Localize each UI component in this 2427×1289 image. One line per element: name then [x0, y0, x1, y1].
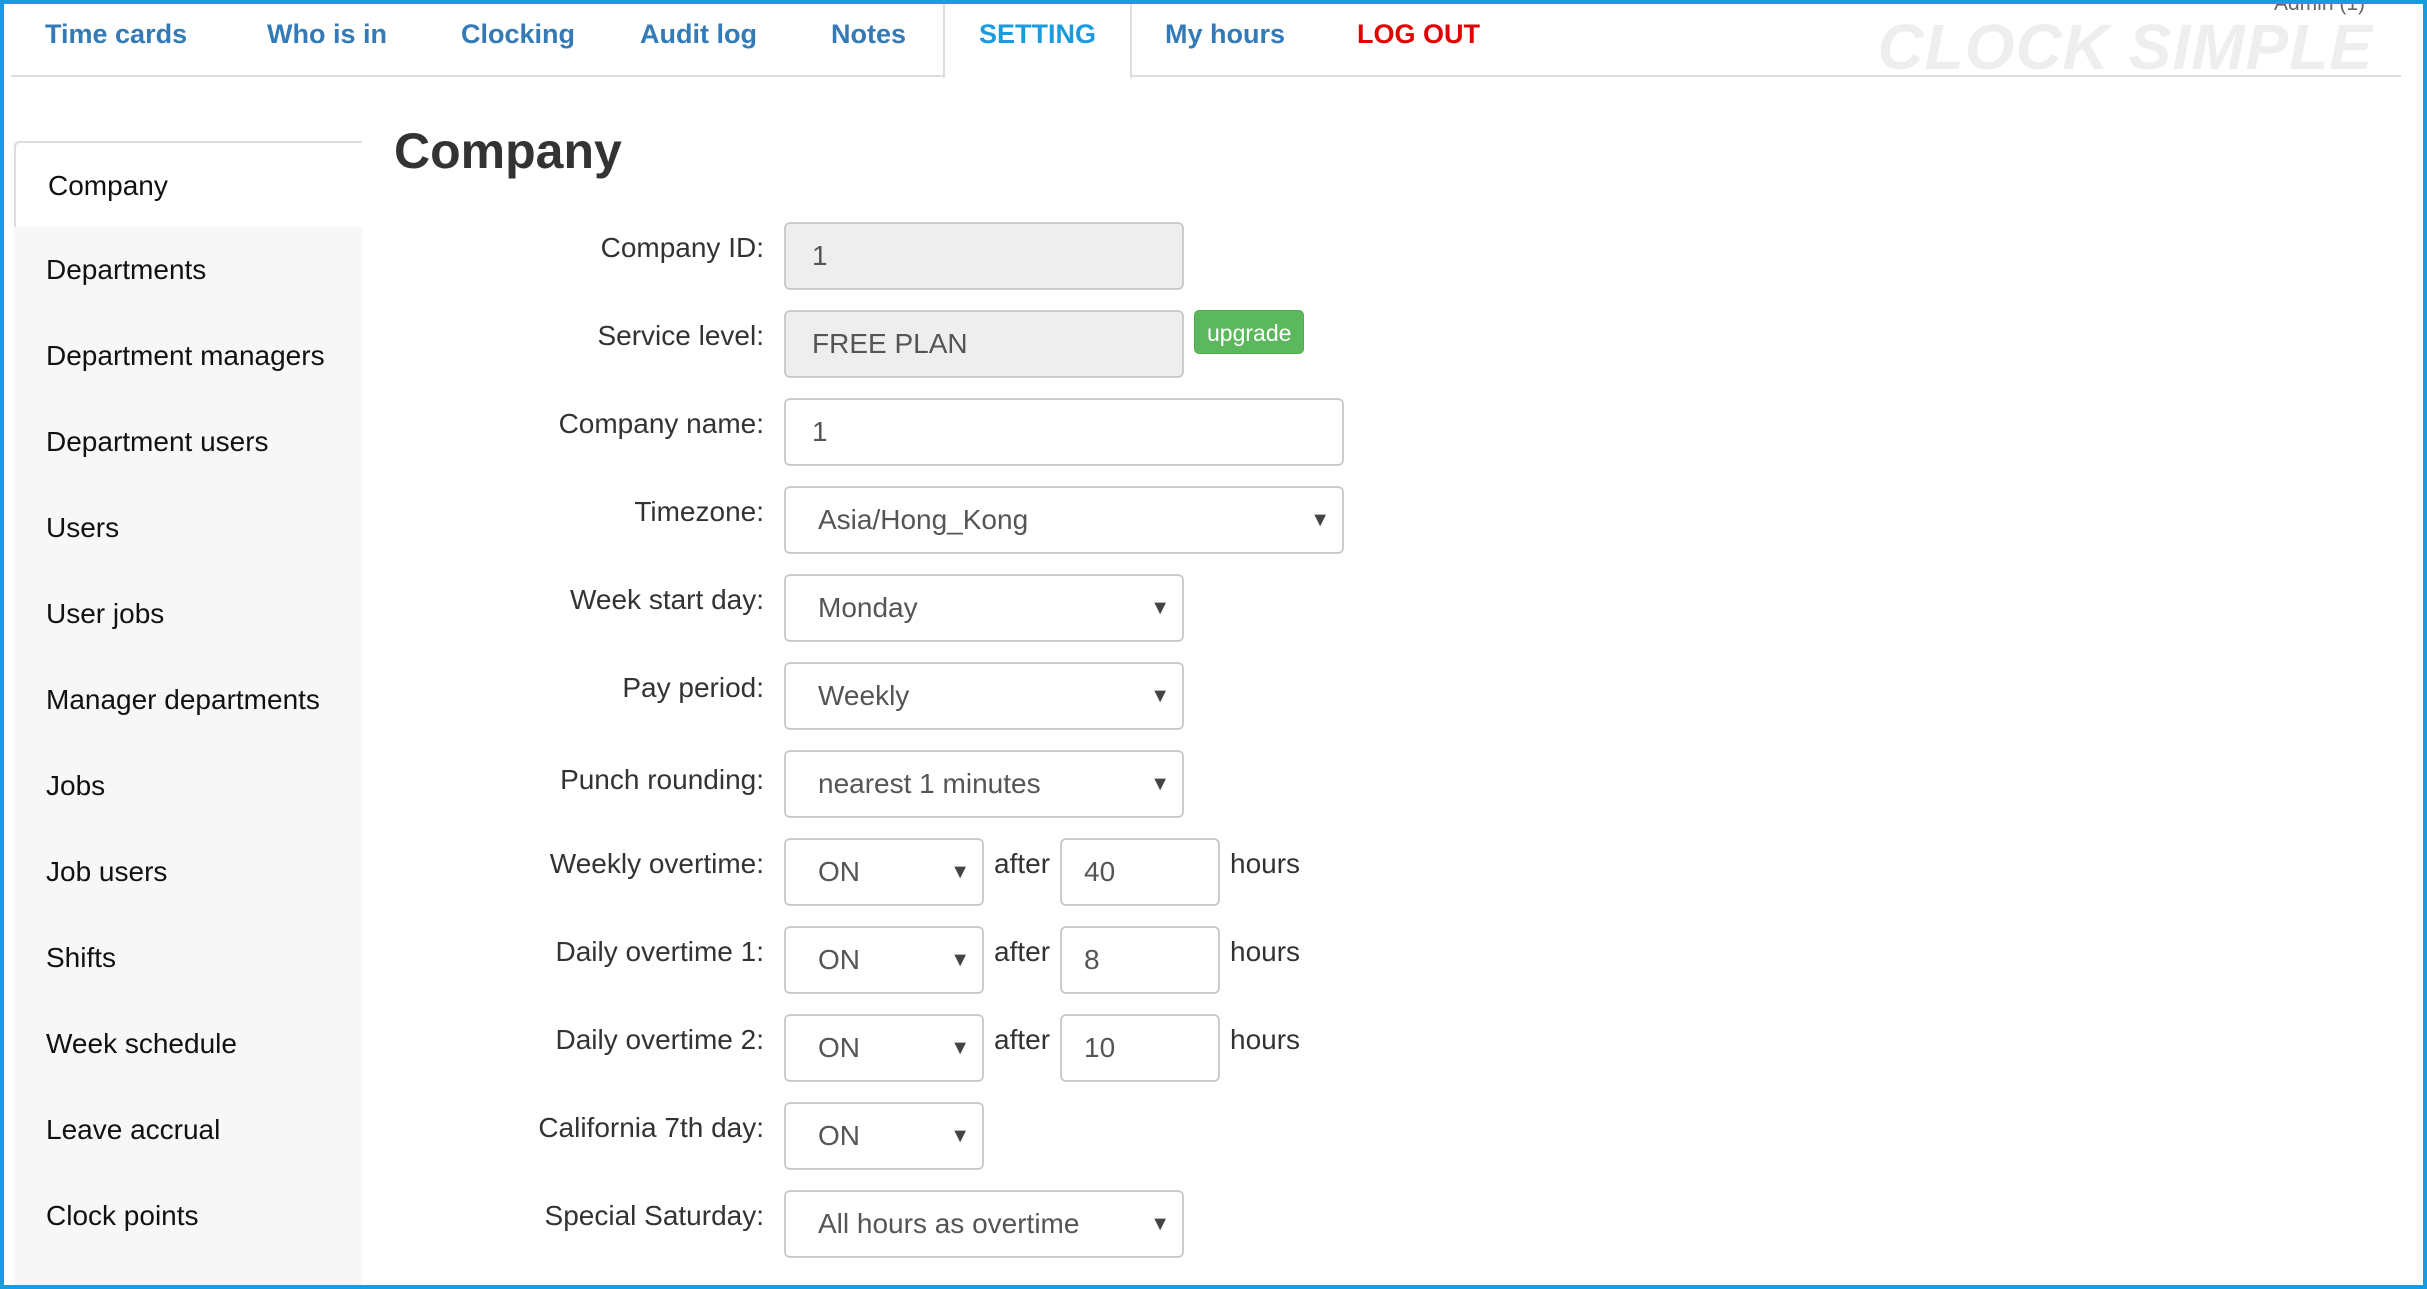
page-title: Company [394, 123, 622, 179]
hours-label: hours [1230, 848, 1301, 879]
weekly-overtime-row: Weekly overtime: ON ▼ after 40 hours [4, 838, 1404, 906]
chevron-down-icon: ▼ [1150, 1213, 1170, 1235]
tab-setting[interactable]: SETTING [943, 4, 1133, 79]
special-saturday-label: Special Saturday: [544, 1200, 764, 1231]
special-saturday-select[interactable]: All hours as overtime ▼ [784, 1190, 1184, 1258]
company-id-row: Company ID: 1 [4, 222, 1404, 290]
company-id-label: Company ID: [600, 232, 764, 263]
california-7th-day-label: California 7th day: [538, 1112, 764, 1143]
after-label: after [994, 1024, 1051, 1055]
california-7th-day-row: California 7th day: ON ▼ [4, 1102, 1404, 1170]
service-level-field[interactable]: FREE PLAN [784, 310, 1184, 378]
daily-overtime-2-value: ON [818, 1032, 860, 1063]
company-name-row: Company name: 1 [4, 398, 1404, 466]
punch-rounding-select[interactable]: nearest 1 minutes ▼ [784, 750, 1184, 818]
pay-period-value: Weekly [818, 680, 910, 711]
daily-overtime-2-hours-input[interactable]: 10 [1060, 1014, 1220, 1082]
punch-rounding-label: Punch rounding: [560, 764, 764, 795]
brand-logo: CLOCK SIMPLE [1877, 11, 2373, 83]
daily-overtime-1-hours-input[interactable]: 8 [1060, 926, 1220, 994]
weekly-overtime-label: Weekly overtime: [549, 848, 764, 879]
chevron-down-icon: ▼ [950, 1125, 970, 1147]
app-frame: Time cards Who is in Clocking Audit log … [0, 0, 2427, 1289]
daily-overtime-1-row: Daily overtime 1: ON ▼ after 8 hours [4, 926, 1404, 994]
timezone-select[interactable]: Asia/Hong_Kong ▼ [784, 486, 1344, 554]
pay-period-row: Pay period: Weekly ▼ [4, 662, 1404, 730]
tab-my-hours[interactable]: My hours [1131, 4, 1319, 77]
timezone-value: Asia/Hong_Kong [818, 504, 1029, 535]
chevron-down-icon: ▼ [1310, 509, 1330, 531]
service-level-label: Service level: [597, 320, 764, 351]
week-start-day-value: Monday [818, 592, 918, 623]
after-label: after [994, 936, 1051, 967]
hours-label: hours [1230, 1024, 1301, 1055]
daily-overtime-2-select[interactable]: ON ▼ [784, 1014, 984, 1082]
chevron-down-icon: ▼ [1150, 773, 1170, 795]
special-saturday-value: All hours as overtime [818, 1208, 1080, 1239]
week-start-day-select[interactable]: Monday ▼ [784, 574, 1184, 642]
current-user-label: Admin (1) [2273, 0, 2365, 15]
week-start-day-row: Week start day: Monday ▼ [4, 574, 1404, 642]
punch-rounding-value: nearest 1 minutes [818, 768, 1041, 799]
weekly-overtime-select[interactable]: ON ▼ [784, 838, 984, 906]
chevron-down-icon: ▼ [950, 949, 970, 971]
tab-clocking[interactable]: Clocking [427, 4, 609, 77]
chevron-down-icon: ▼ [950, 1037, 970, 1059]
chevron-down-icon: ▼ [1150, 597, 1170, 619]
sidebar-item-company[interactable]: Company [14, 141, 362, 227]
weekly-overtime-value: ON [818, 856, 860, 887]
after-label: after [994, 848, 1051, 879]
top-nav: Time cards Who is in Clocking Audit log … [11, 4, 2401, 83]
week-start-day-label: Week start day: [569, 584, 764, 615]
timezone-label: Timezone: [634, 496, 764, 527]
tab-audit-log[interactable]: Audit log [606, 4, 791, 77]
tab-notes[interactable]: Notes [797, 4, 940, 77]
upgrade-button[interactable]: upgrade [1194, 310, 1305, 354]
company-id-field[interactable]: 1 [784, 222, 1184, 290]
company-name-label: Company name: [558, 408, 764, 439]
weekly-overtime-hours-input[interactable]: 40 [1060, 838, 1220, 906]
tab-who-is-in[interactable]: Who is in [233, 4, 421, 77]
punch-rounding-row: Punch rounding: nearest 1 minutes ▼ [4, 750, 1404, 818]
company-name-input[interactable]: 1 [784, 398, 1344, 466]
logout-link[interactable]: LOG OUT [1323, 4, 1514, 77]
california-7th-day-value: ON [818, 1120, 860, 1151]
service-level-row: Service level: FREE PLAN upgrade [4, 310, 1404, 378]
pay-period-label: Pay period: [622, 672, 764, 703]
california-7th-day-select[interactable]: ON ▼ [784, 1102, 984, 1170]
special-saturday-row: Special Saturday: All hours as overtime … [4, 1190, 1404, 1258]
timezone-row: Timezone: Asia/Hong_Kong ▼ [4, 486, 1404, 554]
hours-label: hours [1230, 936, 1301, 967]
chevron-down-icon: ▼ [1150, 685, 1170, 707]
daily-overtime-1-value: ON [818, 944, 860, 975]
pay-period-select[interactable]: Weekly ▼ [784, 662, 1184, 730]
daily-overtime-1-label: Daily overtime 1: [555, 936, 764, 967]
chevron-down-icon: ▼ [950, 861, 970, 883]
daily-overtime-1-select[interactable]: ON ▼ [784, 926, 984, 994]
daily-overtime-2-row: Daily overtime 2: ON ▼ after 10 hours [4, 1014, 1404, 1082]
tab-time-cards[interactable]: Time cards [11, 4, 221, 77]
daily-overtime-2-label: Daily overtime 2: [555, 1024, 764, 1055]
